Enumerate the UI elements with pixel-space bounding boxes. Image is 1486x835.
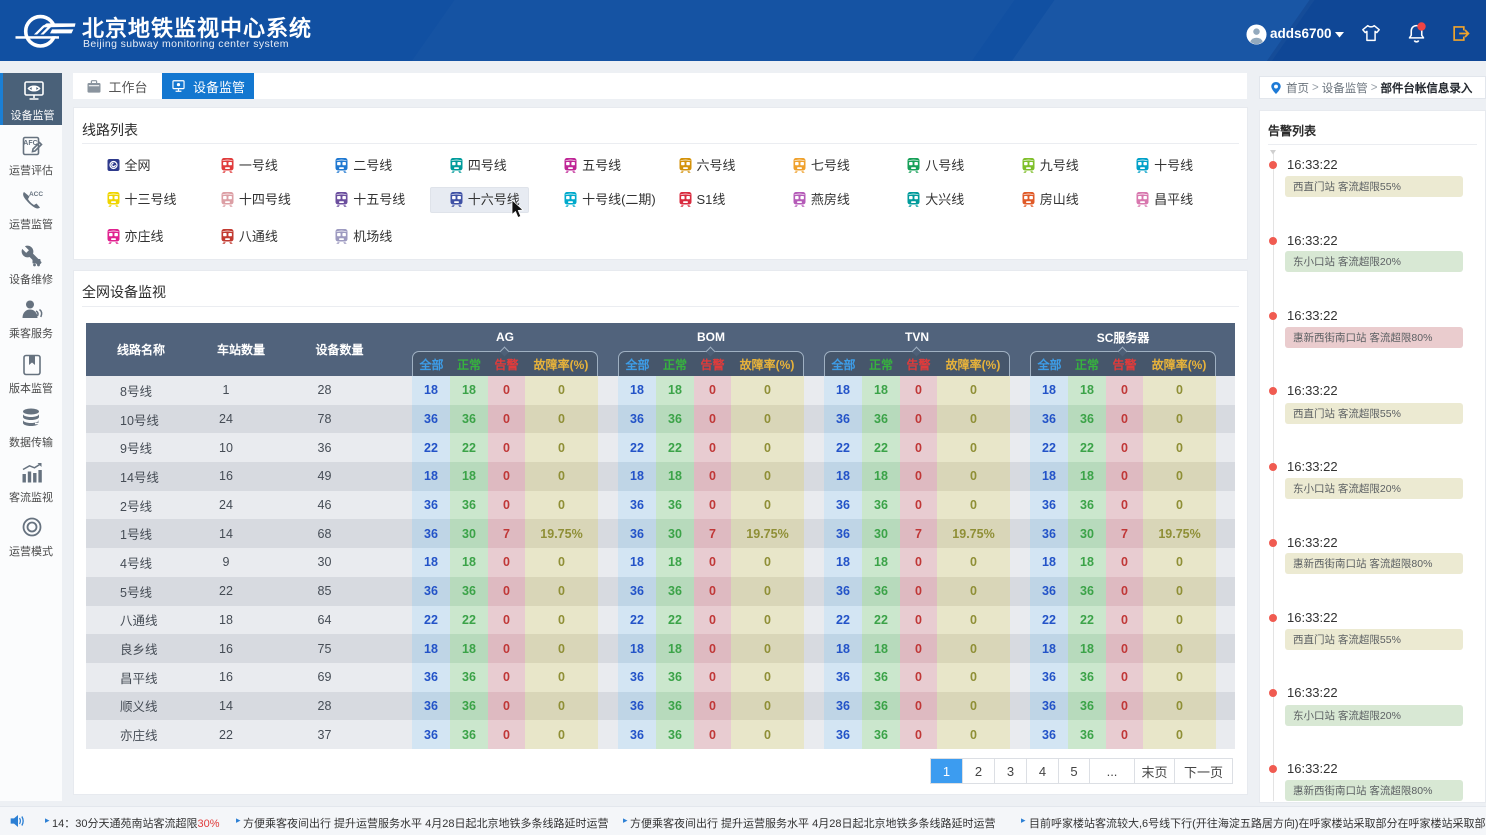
svg-text:AFC: AFC	[23, 140, 37, 147]
svg-text:ACC: ACC	[29, 191, 43, 198]
